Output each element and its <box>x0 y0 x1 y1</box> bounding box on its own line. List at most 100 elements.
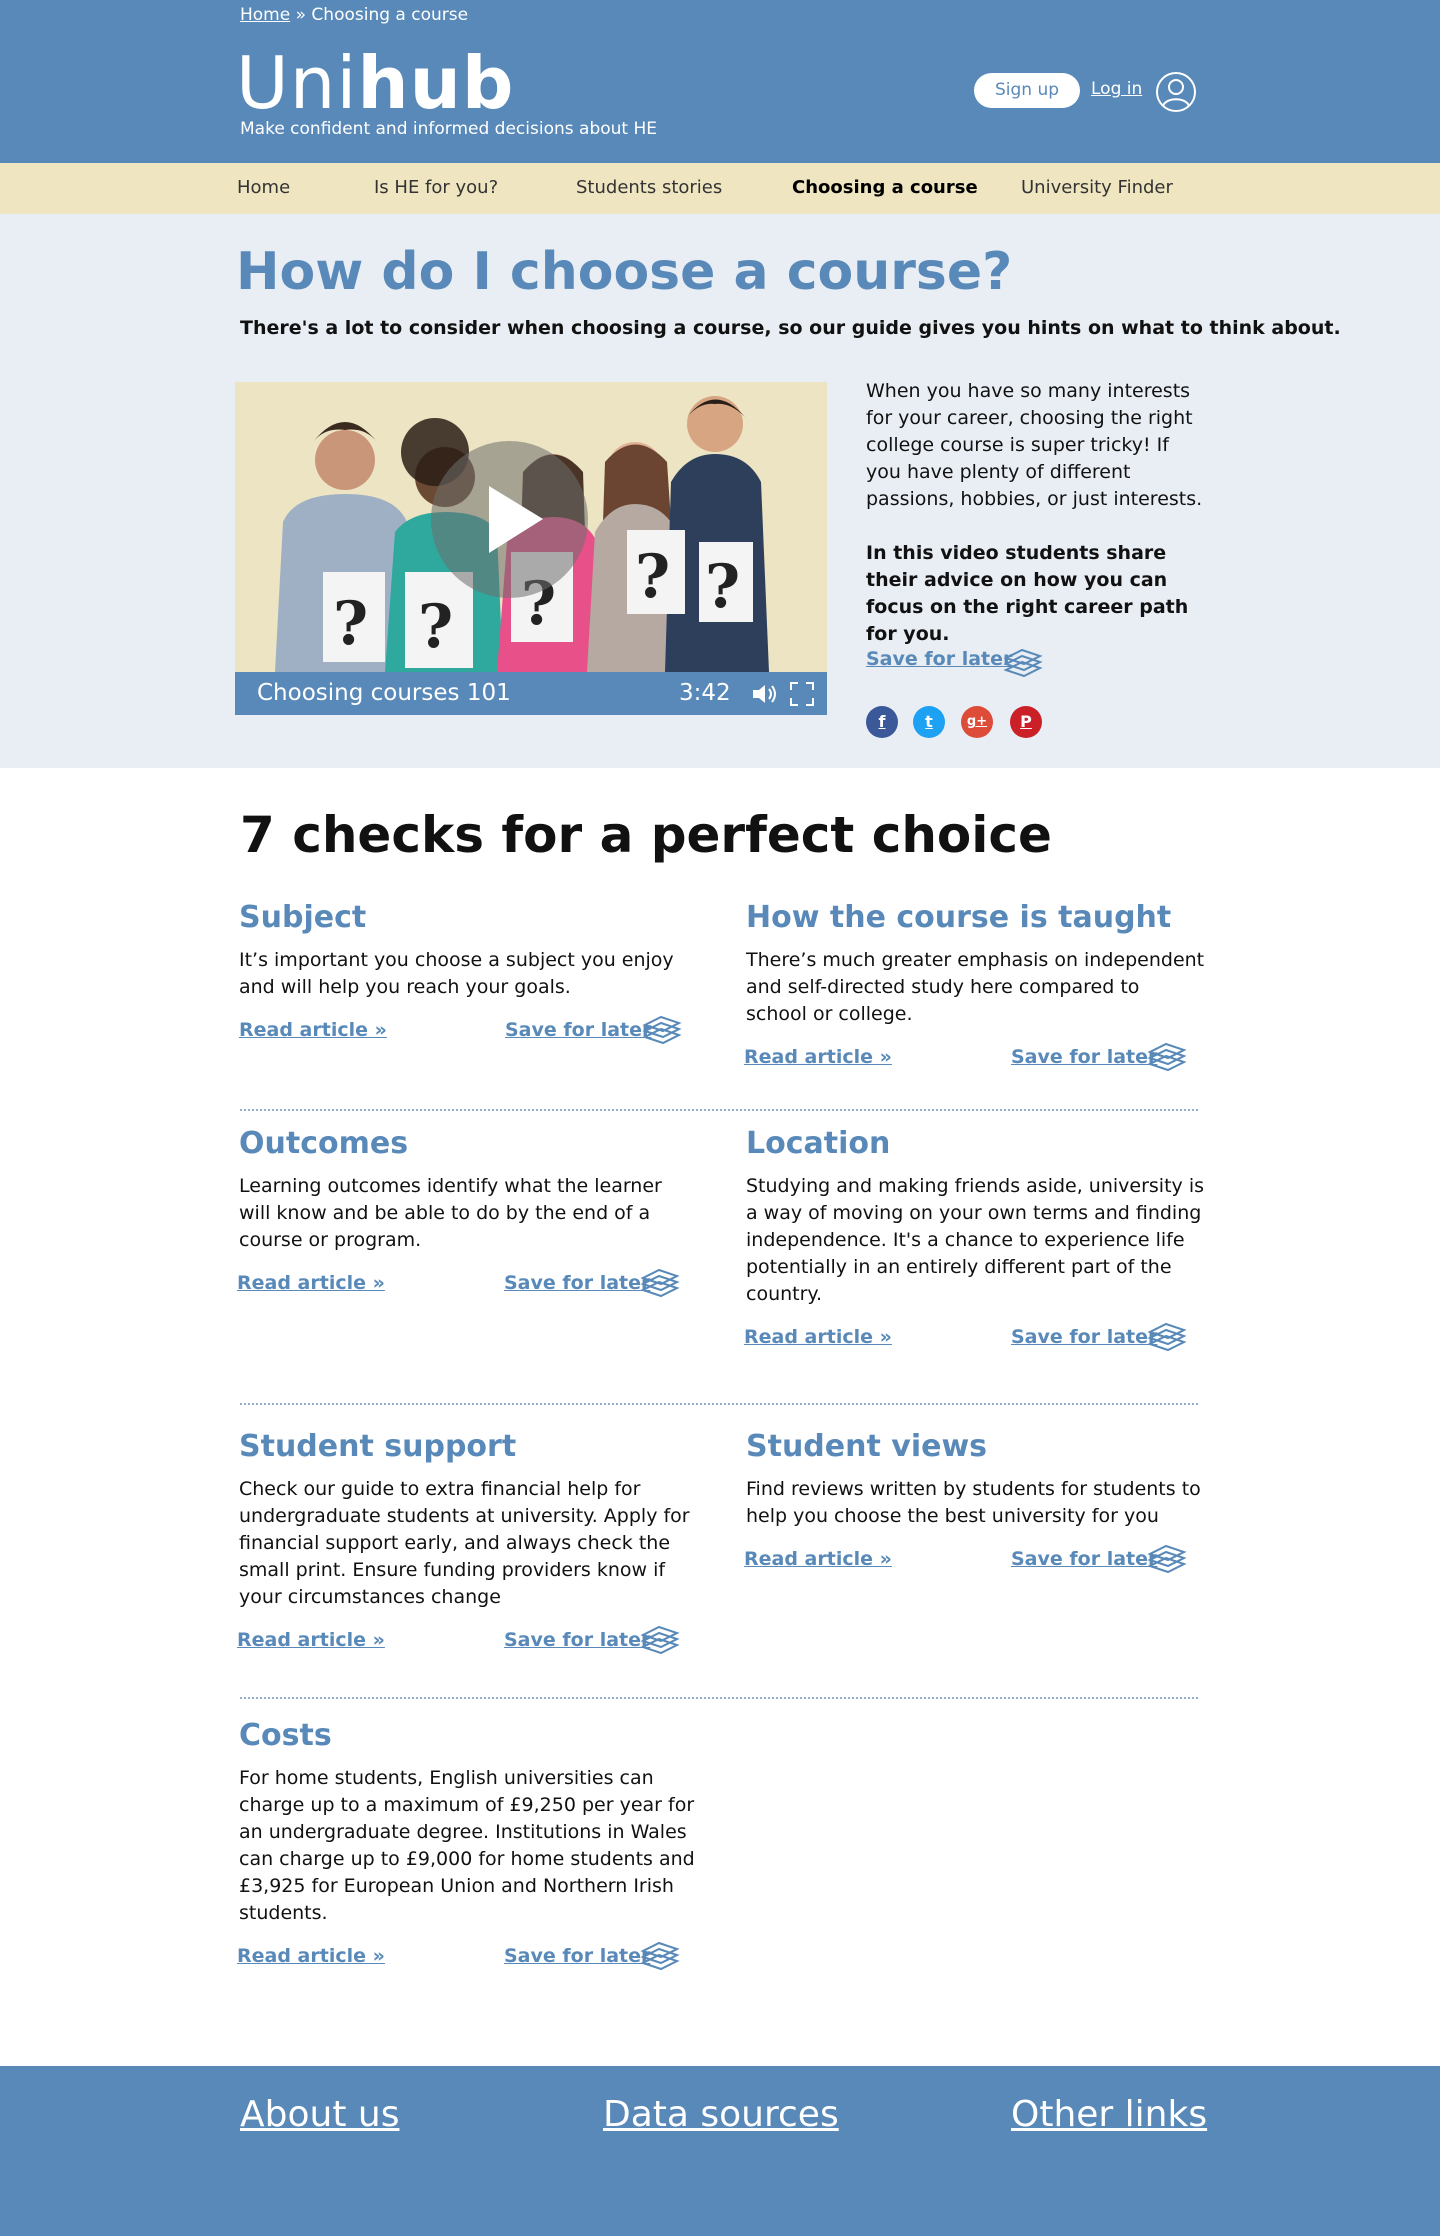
card-title: Location <box>746 1126 891 1161</box>
books-icon[interactable] <box>1146 1042 1188 1074</box>
books-icon[interactable] <box>1002 648 1044 680</box>
books-icon[interactable] <box>641 1015 683 1047</box>
svg-text:?: ? <box>418 592 453 662</box>
footer-link-data-sources[interactable]: Data sources <box>603 2094 839 2135</box>
card-divider <box>240 1697 1198 1699</box>
fullscreen-icon[interactable] <box>790 682 814 706</box>
card-text: For home students, English universities … <box>239 1767 695 1924</box>
svg-text:?: ? <box>333 589 368 659</box>
intro-section: How do I choose a course? There's a lot … <box>0 214 1440 768</box>
card-links: Read article » Save for later <box>237 1625 699 1665</box>
read-article-link[interactable]: Read article » <box>744 1046 892 1068</box>
site-logo[interactable]: Unihub <box>236 40 514 126</box>
svg-text:?: ? <box>705 552 740 622</box>
card-links: Read article » Save for later <box>744 1544 1206 1584</box>
site-footer: About us Data sources Other links <box>0 2066 1440 2236</box>
card-links: Read article » Save for later <box>744 1322 1206 1362</box>
card-text: Studying and making friends aside, unive… <box>746 1175 1204 1305</box>
play-icon <box>489 486 543 553</box>
check-card-location: Location Studying and making friends asi… <box>744 1126 1206 1362</box>
save-for-later-link[interactable]: Save for later <box>505 1019 651 1041</box>
play-button[interactable] <box>431 441 588 598</box>
check-card-subject: Subject It’s important you choose a subj… <box>239 900 699 1055</box>
site-header: Home » Choosing a course Unihub Make con… <box>0 0 1440 163</box>
card-links: Read article » Save for later <box>744 1042 1206 1082</box>
books-icon[interactable] <box>1146 1544 1188 1576</box>
breadcrumb: Home » Choosing a course <box>240 5 468 25</box>
save-for-later-link[interactable]: Save for later <box>1011 1548 1157 1570</box>
intro-save-for-later-link[interactable]: Save for later <box>866 648 1012 670</box>
save-for-later-link[interactable]: Save for later <box>1011 1326 1157 1348</box>
site-tagline: Make confident and informed decisions ab… <box>240 119 657 139</box>
save-for-later-link[interactable]: Save for later <box>504 1945 650 1967</box>
footer-link-other-links[interactable]: Other links <box>1011 2094 1207 2135</box>
pinterest-icon[interactable]: P <box>1010 706 1042 738</box>
check-card-outcomes: Outcomes Learning outcomes identify what… <box>237 1126 699 1308</box>
checks-title: 7 checks for a perfect choice <box>240 806 1052 864</box>
books-icon[interactable] <box>639 1268 681 1300</box>
check-card-costs: Costs For home students, English univers… <box>237 1718 699 1981</box>
books-icon[interactable] <box>1146 1322 1188 1354</box>
video-controls: Choosing courses 101 3:42 <box>235 672 827 715</box>
read-article-link[interactable]: Read article » <box>237 1945 385 1967</box>
read-article-link[interactable]: Read article » <box>239 1019 387 1041</box>
footer-link-about-us[interactable]: About us <box>240 2094 399 2135</box>
card-divider <box>240 1109 1198 1111</box>
breadcrumb-separator: » <box>290 5 312 25</box>
card-text: There’s much greater emphasis on indepen… <box>746 949 1205 1025</box>
card-divider <box>240 1403 1198 1405</box>
save-for-later-link[interactable]: Save for later <box>504 1629 650 1651</box>
books-icon[interactable] <box>639 1625 681 1657</box>
svg-text:?: ? <box>635 542 670 612</box>
card-title: Student views <box>746 1429 988 1464</box>
signup-button[interactable]: Sign up <box>974 73 1080 108</box>
video-duration: 3:42 <box>679 680 731 706</box>
read-article-link[interactable]: Read article » <box>237 1629 385 1651</box>
save-for-later-link[interactable]: Save for later <box>504 1272 650 1294</box>
video-player[interactable]: ? ? ? ? ? Choosing courses 101 3:42 <box>235 382 827 715</box>
card-text: It’s important you choose a subject you … <box>239 949 674 998</box>
card-links: Read article » Save for later <box>239 1015 699 1055</box>
logo-text-light: Uni <box>236 41 358 125</box>
login-link[interactable]: Log in <box>1091 79 1142 99</box>
card-links: Read article » Save for later <box>237 1268 699 1308</box>
read-article-link[interactable]: Read article » <box>744 1326 892 1348</box>
facebook-icon[interactable]: f <box>866 706 898 738</box>
check-card-student-views: Student views Find reviews written by st… <box>744 1429 1206 1584</box>
nav-item-is-he-for-you[interactable]: Is HE for you? <box>374 177 498 198</box>
read-article-link[interactable]: Read article » <box>237 1272 385 1294</box>
nav-item-students-stories[interactable]: Students stories <box>576 177 722 198</box>
main-nav: Home Is HE for you? Students stories Cho… <box>0 163 1440 214</box>
read-article-link[interactable]: Read article » <box>744 1548 892 1570</box>
twitter-icon[interactable]: t <box>913 706 945 738</box>
intro-paragraph-1: When you have so many interests for your… <box>866 380 1203 510</box>
card-title: Costs <box>239 1718 332 1753</box>
card-links: Read article » Save for later <box>237 1941 699 1981</box>
logo-text-bold: hub <box>357 41 515 125</box>
card-title: Subject <box>239 900 367 935</box>
check-card-how-taught: How the course is taught There’s much gr… <box>744 900 1206 1082</box>
card-text: Learning outcomes identify what the lear… <box>239 1175 662 1251</box>
card-text: Find reviews written by students for stu… <box>746 1478 1201 1527</box>
check-card-student-support: Student support Check our guide to extra… <box>237 1429 699 1665</box>
checks-section: 7 checks for a perfect choice Subject It… <box>0 768 1440 2066</box>
intro-description: When you have so many interests for your… <box>866 378 1206 648</box>
user-icon[interactable] <box>1155 71 1197 113</box>
card-title: Student support <box>239 1429 517 1464</box>
nav-item-university-finder[interactable]: University Finder <box>1021 177 1173 198</box>
breadcrumb-current: Choosing a course <box>311 5 469 25</box>
card-title: How the course is taught <box>746 900 1172 935</box>
intro-lead: There's a lot to consider when choosing … <box>240 317 1341 339</box>
intro-paragraph-2: In this video students share their advic… <box>866 542 1189 645</box>
google-plus-icon[interactable]: g+ <box>961 706 993 738</box>
card-text: Check our guide to extra financial help … <box>239 1478 690 1608</box>
save-for-later-link[interactable]: Save for later <box>1011 1046 1157 1068</box>
books-icon[interactable] <box>639 1941 681 1973</box>
page-title: How do I choose a course? <box>236 242 1013 302</box>
video-title: Choosing courses 101 <box>257 680 511 706</box>
breadcrumb-home-link[interactable]: Home <box>240 5 290 25</box>
nav-item-home[interactable]: Home <box>237 177 290 198</box>
volume-icon[interactable] <box>751 682 779 706</box>
card-title: Outcomes <box>239 1126 409 1161</box>
nav-item-choosing-a-course[interactable]: Choosing a course <box>792 177 978 198</box>
